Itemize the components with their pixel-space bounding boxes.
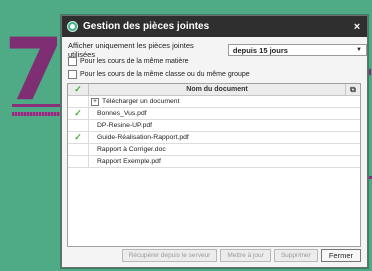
dialog-footer: Récupérer depuis le serveur Mettre à jou… [62, 249, 367, 262]
table-row[interactable]: DP-Resine-UP.pdf [68, 120, 360, 132]
documents-table: ✓ Nom du document ⧉ + Télécharger un doc… [67, 83, 361, 247]
document-name: Rapport à Corriger.doc [97, 146, 166, 153]
row-check-cell[interactable] [68, 120, 89, 131]
copy-icon[interactable]: ⧉ [346, 84, 360, 95]
update-button[interactable]: Mettre à jour [220, 249, 271, 262]
checkbox[interactable] [68, 70, 77, 79]
attachments-dialog: Gestion des pièces jointes × Afficher un… [61, 15, 368, 268]
dialog-titlebar: Gestion des pièces jointes × [62, 16, 367, 37]
option-label: Pour les cours de la même matière [80, 58, 189, 65]
plus-icon: + [91, 97, 99, 106]
check-icon[interactable]: ✓ [68, 132, 89, 143]
option-label: Pour les cours de la même classe ou du m… [80, 71, 250, 78]
check-icon[interactable]: ✓ [68, 108, 89, 119]
step-number: 7 [4, 20, 64, 120]
app-logo-icon [67, 21, 78, 32]
row-check-cell[interactable] [68, 144, 89, 155]
document-name: Rapport Exemple.pdf [97, 158, 161, 165]
checkbox[interactable] [68, 57, 77, 66]
row-check-cell[interactable] [68, 156, 89, 167]
document-name: Bonnes_Vus.pdf [97, 110, 147, 117]
close-button[interactable]: Fermer [320, 249, 361, 262]
dialog-title: Gestion des pièces jointes [83, 21, 210, 32]
option-same-class[interactable]: Pour les cours de la même classe ou du m… [68, 70, 250, 79]
check-column-icon[interactable]: ✓ [68, 84, 89, 95]
table-row[interactable]: Rapport Exemple.pdf [68, 156, 360, 168]
recover-from-server-button[interactable]: Récupérer depuis le serveur [121, 249, 218, 262]
delete-button[interactable]: Supprimer [273, 249, 318, 262]
column-header-name[interactable]: Nom du document [89, 84, 346, 95]
table-row[interactable]: ✓ Guide-Réalisation-Rapport.pdf [68, 132, 360, 144]
document-name: DP-Resine-UP.pdf [97, 122, 153, 129]
option-same-subject[interactable]: Pour les cours de la même matière [68, 57, 189, 66]
period-select[interactable]: depuis 15 jours ▼ [227, 44, 367, 56]
close-icon[interactable]: × [347, 21, 367, 33]
table-header: ✓ Nom du document ⧉ [68, 84, 360, 96]
upload-document-row[interactable]: + Télécharger un document [68, 96, 360, 108]
period-select-value: depuis 15 jours [232, 45, 288, 55]
upload-document-label: Télécharger un document [102, 98, 180, 105]
chevron-down-icon: ▼ [356, 47, 362, 53]
table-row[interactable]: Rapport à Corriger.doc [68, 144, 360, 156]
document-name: Guide-Réalisation-Rapport.pdf [97, 134, 189, 141]
table-row[interactable]: ✓ Bonnes_Vus.pdf [68, 108, 360, 120]
